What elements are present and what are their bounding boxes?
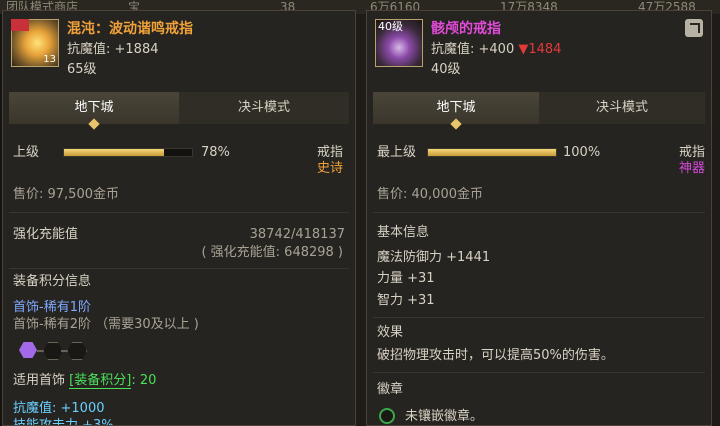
divider	[9, 268, 349, 269]
enhance-label: 强化充能值	[13, 227, 79, 242]
tier-current: 首饰-稀有1阶	[13, 300, 91, 315]
effect-text: 破招物理攻击时，可以提高50%的伤害。	[377, 348, 614, 363]
mode-tabs: 地下城 决斗模式	[9, 92, 349, 124]
item-tooltip-equipped: 13 混沌：波动谐鸣戒指 抗魔值: +1884 65级 地下城 决斗模式 上级 …	[2, 10, 356, 426]
upgrade-progress-bar	[63, 148, 193, 157]
upgrade-label: 最上级	[377, 145, 417, 160]
sell-price: 售价: 97,500金币	[13, 187, 119, 202]
tab-dungeon[interactable]: 地下城	[9, 92, 179, 124]
tab-duel-mode[interactable]: 决斗模式	[179, 92, 349, 124]
item-level: 65级	[67, 62, 97, 77]
slot-type: 戒指	[678, 145, 705, 160]
applied-accessory-label: 适用首饰	[13, 373, 66, 388]
item-tooltip-compare: 40级 骸颅的戒指 抗魔值: +400 ▼1484 40级 地下城 决斗模式 最…	[366, 10, 712, 426]
enhance-sub-value: ( 强化充能值: 648298 )	[201, 245, 343, 260]
sell-price: 售价: 40,000金币	[377, 187, 483, 202]
score-info-header: 装备积分信息	[13, 274, 92, 289]
divider	[9, 212, 349, 213]
icon-level-number: 13	[43, 54, 56, 65]
tab-dungeon[interactable]: 地下城	[373, 92, 539, 124]
equipped-tag-icon	[11, 19, 29, 31]
enhance-value: 38742/418137	[249, 227, 345, 242]
upgrade-percent: 100%	[563, 145, 601, 160]
tab-duel-mode[interactable]: 决斗模式	[539, 92, 705, 124]
item-stat-value: 抗魔值: +400	[431, 42, 515, 57]
equipment-score-value: : 20	[131, 373, 157, 388]
basic-info-header: 基本信息	[377, 225, 430, 240]
mode-tabs: 地下城 决斗模式	[373, 92, 705, 124]
emblem-header: 徽章	[377, 382, 404, 397]
slot-type: 戒指	[316, 145, 343, 160]
item-title: 骸颅的戒指	[431, 21, 501, 37]
item-stat: 抗魔值: +1884	[67, 42, 159, 57]
ring-item-icon: 40级	[375, 19, 423, 67]
bonus-stat-1: 抗魔值: +1000	[13, 401, 105, 416]
background-strip-right	[712, 14, 720, 426]
upgrade-percent: 78%	[201, 145, 230, 160]
equipment-score-tag: [装备积分]	[69, 373, 132, 389]
basic-stat-3: 智力 +31	[377, 293, 435, 308]
tier-next: 首饰-稀有2阶 （需要30及以上 )	[13, 317, 199, 332]
item-stat: 抗魔值: +400 ▼1484	[431, 42, 561, 58]
divider	[373, 212, 705, 213]
upgrade-progress-bar	[427, 148, 557, 157]
rarity-label: 神器	[678, 161, 705, 176]
rarity-label: 史诗	[316, 161, 343, 176]
basic-stat-1: 魔法防御力 +1441	[377, 250, 491, 265]
emblem-slot-icon	[379, 408, 395, 424]
divider	[373, 317, 705, 318]
score-gem-empty-icon	[43, 342, 63, 360]
gem-link	[37, 350, 43, 352]
icon-level-label: 40级	[378, 20, 403, 33]
upgrade-progress-fill	[64, 149, 164, 156]
item-level: 40级	[431, 62, 461, 77]
ring-item-icon: 13	[11, 19, 59, 67]
basic-stat-2: 力量 +31	[377, 271, 435, 286]
stat-decrease: ▼1484	[518, 42, 562, 57]
emblem-text: 未镶嵌徽章。	[405, 409, 484, 424]
upgrade-label: 上级	[13, 145, 40, 160]
score-gem-empty-icon	[67, 342, 87, 360]
bonus-stat-2: 技能攻击力 +3%	[13, 418, 114, 426]
gem-link	[61, 350, 67, 352]
divider	[373, 372, 705, 373]
share-icon[interactable]	[685, 19, 703, 37]
upgrade-progress-fill	[428, 149, 556, 156]
item-title: 混沌：波动谐鸣戒指	[67, 21, 193, 37]
score-gem-filled-icon	[19, 342, 37, 358]
applied-accessory-row: 适用首饰 [装备积分]: 20	[13, 373, 156, 389]
effect-header: 效果	[377, 325, 404, 340]
